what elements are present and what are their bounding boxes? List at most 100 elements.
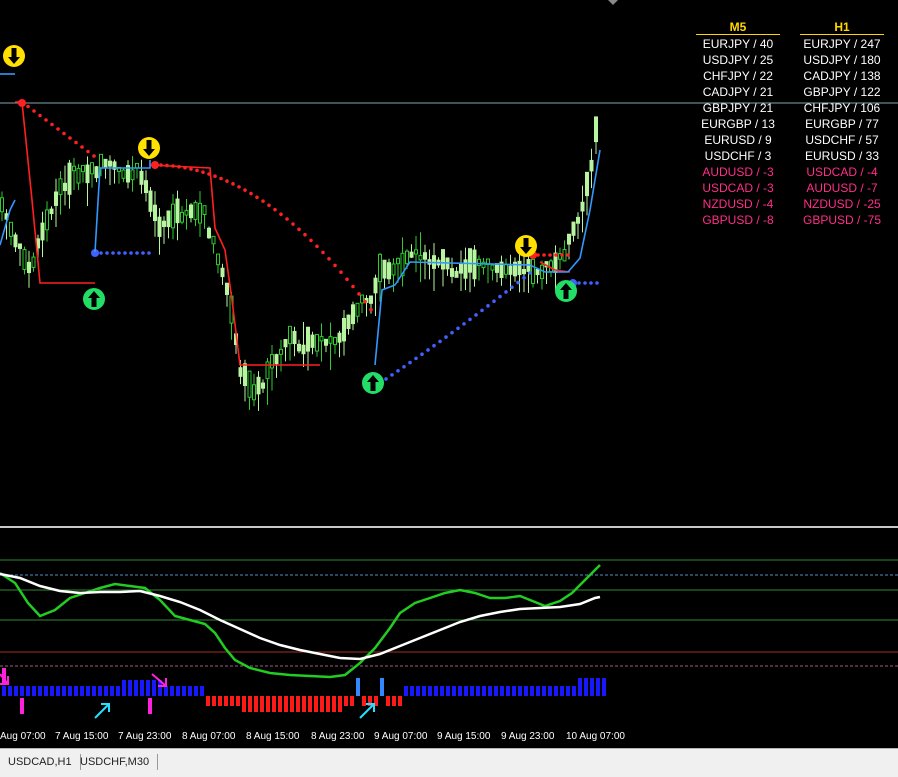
resistance-dot xyxy=(231,182,235,186)
candle-body xyxy=(319,336,324,342)
candle-body xyxy=(585,171,589,197)
candle-body xyxy=(121,169,126,179)
support-dot xyxy=(516,280,520,285)
support-dot xyxy=(468,317,472,322)
histogram-bar xyxy=(92,686,96,696)
candle-body xyxy=(517,260,522,276)
resistance-dots xyxy=(18,99,570,312)
histogram-bar xyxy=(194,686,198,696)
time-label: 8 Aug 15:00 xyxy=(246,731,300,742)
candle-body xyxy=(54,191,58,206)
resistance-dot xyxy=(554,253,558,257)
candle-body xyxy=(378,253,382,283)
candle-body xyxy=(45,209,49,231)
time-label: 9 Aug 07:00 xyxy=(374,731,428,742)
histogram-bar xyxy=(290,696,294,712)
resistance-dot xyxy=(32,109,36,113)
h1-row: EURGBP / 77 xyxy=(805,117,879,131)
histogram-bar xyxy=(488,686,492,696)
candle-body xyxy=(459,263,463,274)
time-label: 9 Aug 23:00 xyxy=(501,731,555,742)
chart-tab[interactable]: USDCHF,M30 xyxy=(72,754,159,770)
candle-body xyxy=(99,153,103,169)
candle-body xyxy=(382,259,387,279)
m5-row: CHFJPY / 22 xyxy=(703,69,773,83)
resistance-dot xyxy=(315,244,319,249)
support-dot xyxy=(432,343,436,348)
histogram-bar xyxy=(176,686,180,696)
candle-body xyxy=(324,338,328,346)
histogram-bar xyxy=(470,686,474,696)
histogram-bar xyxy=(434,686,438,696)
candle-body xyxy=(504,263,508,275)
histogram-bar xyxy=(80,686,84,696)
candle-body xyxy=(211,235,216,245)
candle-body xyxy=(225,282,229,295)
histogram-bar xyxy=(422,686,426,696)
resistance-dot xyxy=(243,188,247,192)
candle-body xyxy=(391,263,396,276)
support-dot xyxy=(504,290,508,294)
resistance-dot xyxy=(309,238,313,243)
candle-body xyxy=(90,162,94,175)
support-dot xyxy=(462,322,466,326)
candle-body xyxy=(549,260,553,273)
support-dot xyxy=(595,281,599,285)
histogram-bar xyxy=(44,686,48,696)
histogram-bar xyxy=(200,686,204,696)
candle-body xyxy=(409,251,414,258)
candle-body xyxy=(243,363,247,386)
histogram-bar xyxy=(404,686,408,696)
candle-body xyxy=(297,343,301,352)
histogram-bar xyxy=(524,686,528,696)
support-dot xyxy=(528,271,532,275)
support-dot xyxy=(420,352,424,357)
m5-row: GBPJPY / 21 xyxy=(702,101,774,115)
resistance-dot xyxy=(327,257,331,261)
resistance-dot xyxy=(267,203,271,208)
buy-signal-icon xyxy=(83,288,105,310)
support-dot xyxy=(408,360,412,365)
resistance-dot xyxy=(74,140,78,145)
candle-body xyxy=(328,336,333,344)
histogram-bar xyxy=(236,696,240,706)
candle-body xyxy=(414,249,418,255)
candle-body xyxy=(220,267,225,278)
m5-header: M5 xyxy=(690,18,786,36)
resistance-dot xyxy=(560,253,564,257)
support-dot xyxy=(105,251,109,255)
chart-tab[interactable]: USDCAD,H1 xyxy=(0,754,81,770)
histogram-bar xyxy=(260,696,264,712)
histogram-bar xyxy=(38,686,42,696)
support-dot xyxy=(577,281,581,285)
candle-body xyxy=(310,334,315,348)
histogram-bar xyxy=(242,696,246,712)
m5-row: NZDUSD / -4 xyxy=(702,197,774,211)
histogram-bar xyxy=(602,678,606,696)
support-dot xyxy=(99,251,103,255)
candle-body xyxy=(171,203,175,229)
candle-body xyxy=(418,254,423,261)
candle-body xyxy=(405,250,409,265)
histogram-bar xyxy=(272,696,276,712)
buy-signal-icon xyxy=(362,372,384,394)
resistance-dot xyxy=(333,263,337,268)
candle-body xyxy=(40,222,45,241)
histogram-bar xyxy=(386,696,390,706)
resistance-dot xyxy=(219,176,223,181)
candle-body xyxy=(72,165,76,172)
histogram-bar xyxy=(578,678,582,696)
histogram-bar xyxy=(518,686,522,696)
support-dot xyxy=(583,281,587,285)
m5-row: EURUSD / 9 xyxy=(704,133,772,147)
support-dot xyxy=(438,339,442,344)
candle-body xyxy=(508,265,513,275)
candle-body xyxy=(522,268,526,275)
candle-body xyxy=(306,326,310,352)
indicator-panel[interactable] xyxy=(0,528,898,728)
h1-row: USDCAD / -4 xyxy=(806,165,878,179)
histogram-bar xyxy=(218,696,222,706)
candle-body xyxy=(355,302,360,317)
histogram-bar xyxy=(74,686,78,696)
candle-body xyxy=(13,234,18,248)
